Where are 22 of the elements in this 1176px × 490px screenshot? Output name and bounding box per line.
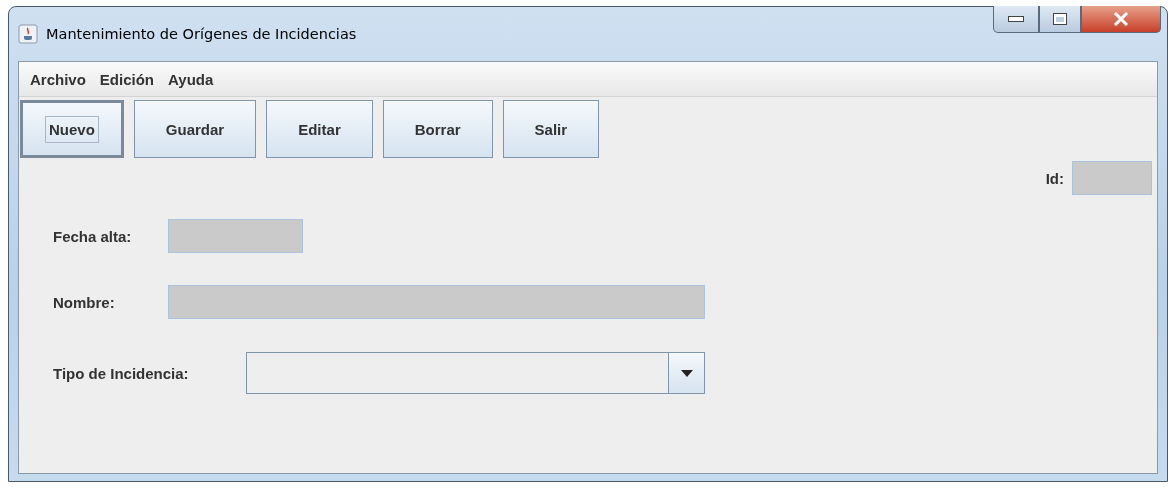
field-label: Id: [1045,169,1064,187]
close-icon [1113,12,1129,26]
close-button[interactable] [1081,6,1161,33]
maximize-button[interactable] [1039,6,1081,33]
toolbar-button[interactable]: Nuevo [20,100,124,158]
toolbar-button[interactable]: Salir [502,100,600,158]
minimize-icon [1008,16,1024,22]
menu-item[interactable]: Archivo [30,70,86,88]
caret-icon [680,369,693,377]
field-label: Nombre: [53,293,116,311]
toolbar-button[interactable]: Guardar [133,100,257,158]
toolbar-button[interactable]: Editar [266,100,373,158]
window-title: Mantenimiento de Orígenes de Incidencias [46,26,357,42]
cup-icon [18,24,38,44]
maximize-icon [1053,13,1067,25]
field-label: Fecha alta: [53,227,133,245]
minimize-button[interactable] [993,6,1039,33]
toolbar-button[interactable]: Borrar [382,100,493,158]
field-label: Tipo de Incidencia: [53,364,190,382]
dropdown[interactable] [246,352,705,394]
menu-item[interactable]: Ayuda [168,70,214,88]
menu-item[interactable]: Edición [99,70,155,88]
